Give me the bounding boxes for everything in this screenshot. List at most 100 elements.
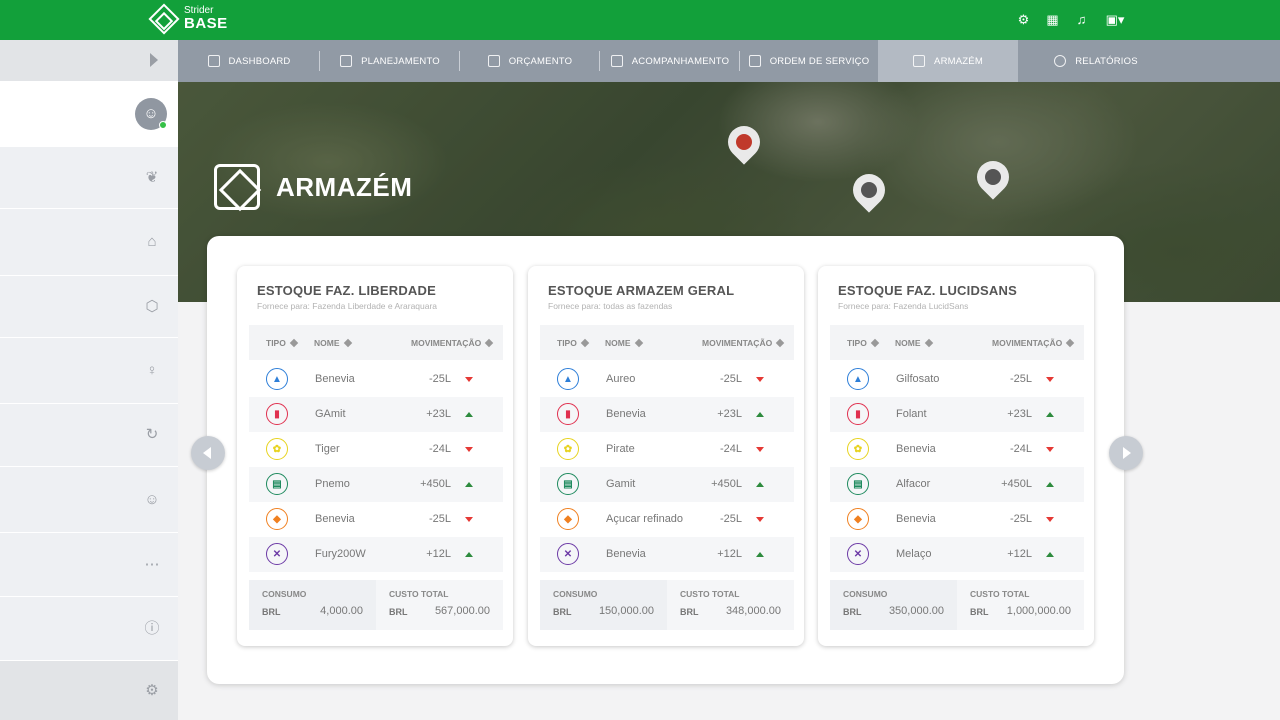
table-row[interactable]: ✕ Fury200W +12L [249,537,503,572]
product-name: Tiger [315,443,340,455]
table-row[interactable]: ✿ Benevia -24L [830,432,1084,467]
carousel-prev-button[interactable] [191,436,225,470]
settings-icon: ⚙ [145,681,159,699]
sidebar-item-more[interactable]: ⋯ [0,533,178,597]
user-icon[interactable]: ▣▾ [1103,12,1127,27]
tab-planejamento[interactable]: PLANEJAMENTO [320,40,460,82]
movement-value: -25L [719,513,742,525]
dashboard-icon [207,55,220,67]
table-row[interactable]: ✿ Tiger -24L [249,432,503,467]
table-row[interactable]: ✕ Melaço +12L [830,537,1084,572]
tab-relatorios[interactable]: RELATÓRIOS [1018,40,1174,82]
product-name: Benevia [896,443,936,455]
table-row[interactable]: ▲ Gilfosato -25L [830,362,1084,397]
tab-acompanhamento[interactable]: ACOMPANHAMENTO [600,40,740,82]
main-nav-tabs: DASHBOARD PLANEJAMENTO ORÇAMENTO ACOMPAN… [178,40,1280,82]
table-row[interactable]: ▲ Aureo -25L [540,362,794,397]
table-row[interactable]: ◆ Benevia -25L [249,502,503,537]
movement-value: -25L [428,373,451,385]
warehouse-icon: ⬡ [145,297,159,315]
sidebar-item-settings[interactable]: ⚙ [0,661,178,720]
tab-orcamento[interactable]: ORÇAMENTO [460,40,600,82]
sidebar-item-users[interactable]: ☺ [0,467,178,533]
map-pin-icon[interactable] [970,154,1016,201]
movement-value: -24L [428,443,451,455]
avatar[interactable]: ☺ [135,97,167,130]
tab-ordem-de-servico[interactable]: ORDEM DE SERVIÇO [740,40,878,82]
table-row[interactable]: ▲ Benevia -25L [249,362,503,397]
movement-value: +12L [1007,548,1032,560]
product-name: Alfacor [896,478,931,490]
sidebar-toggle[interactable] [0,40,178,81]
consumo-summary: CONSUMO BRL 350,000.00 [830,580,957,630]
card-icon[interactable]: ▦ [1045,12,1060,27]
sidebar-item-crops[interactable]: ❦ [0,147,178,209]
custo-total-summary: CUSTO TOTAL BRL 1,000,000.00 [970,589,1071,617]
container-green-icon: ▤ [847,473,869,495]
arrow-up-icon [756,482,764,487]
arrow-down-icon [465,517,473,522]
sidebar-item-profile[interactable]: ☺ [0,81,178,147]
consumo-value: 350,000.00 [888,605,944,617]
bottle-blue-icon: ▲ [266,368,288,390]
product-name: GAmit [315,408,346,420]
table-row[interactable]: ✕ Benevia +12L [540,537,794,572]
sidebar-item-info[interactable]: ⓘ [0,597,178,661]
arrow-down-icon [465,377,473,382]
budget-icon [487,55,500,67]
table-header: TIPO NOME MOVIMENTAÇÃO [830,325,1084,360]
bell-icon[interactable]: ♫ [1074,12,1089,27]
card-title: ESTOQUE FAZ. LIBERDADE [257,283,436,298]
column-header-movimentacao[interactable]: MOVIMENTAÇÃO [702,338,785,348]
product-name: Benevia [896,513,936,525]
map-pin-icon[interactable] [721,119,767,166]
table-row[interactable]: ✿ Pirate -24L [540,432,794,467]
custo-total-summary: CUSTO TOTAL BRL 567,000.00 [389,589,490,617]
column-header-movimentacao[interactable]: MOVIMENTAÇÃO [992,338,1075,348]
column-header-nome[interactable]: NOME [895,338,933,348]
sidebar-item-sync[interactable]: ↻ [0,404,178,467]
bottle-blue-icon: ▲ [557,368,579,390]
card-subtitle: Fornece para: Fazenda Liberdade e Araraq… [257,301,438,311]
chevron-right-icon [1123,447,1131,459]
movement-value: -24L [719,443,742,455]
table-row[interactable]: ▤ Pnemo +450L [249,467,503,502]
arrow-down-icon [465,447,473,452]
product-name: Gilfosato [896,373,940,385]
app-logo[interactable]: Strider BASE [148,2,228,35]
column-header-tipo[interactable]: TIPO [266,338,299,348]
column-header-movimentacao[interactable]: MOVIMENTAÇÃO [411,338,494,348]
arrow-up-icon [465,482,473,487]
column-header-tipo[interactable]: TIPO [847,338,880,348]
sidebar-item-barn[interactable]: ⌂ [0,209,178,276]
consumo-value: 150,000.00 [598,605,654,617]
sort-icon [1065,338,1075,347]
table-row[interactable]: ▮ GAmit +23L [249,397,503,432]
column-header-nome[interactable]: NOME [605,338,643,348]
gear-icon[interactable]: ⚙ [1016,12,1031,27]
column-header-tipo[interactable]: TIPO [557,338,590,348]
carousel-next-button[interactable] [1109,436,1143,470]
product-name: Aureo [606,373,636,385]
table-row[interactable]: ▤ Alfacor +450L [830,467,1084,502]
service-order-icon [748,55,761,67]
card-footer: CONSUMO BRL 4,000.00 CUSTO TOTAL BRL 567… [249,580,503,630]
sidebar-item-ideas[interactable]: ♀ [0,338,178,404]
table-row[interactable]: ▤ Gamit +450L [540,467,794,502]
arrow-up-icon [756,552,764,557]
column-header-nome[interactable]: NOME [314,338,352,348]
planning-icon [340,55,353,67]
sort-icon [484,338,494,347]
table-row[interactable]: ◆ Benevia -25L [830,502,1084,537]
movement-value: +23L [1007,408,1032,420]
table-row[interactable]: ▮ Benevia +23L [540,397,794,432]
flask-orange-icon: ◆ [557,508,579,530]
table-row[interactable]: ▮ Folant +23L [830,397,1084,432]
map-pin-icon[interactable] [846,167,892,214]
tab-dashboard[interactable]: DASHBOARD [178,40,320,82]
table-row[interactable]: ◆ Açucar refinado -25L [540,502,794,537]
plant-yellow-icon: ✿ [847,438,869,460]
consumo-summary: CONSUMO BRL 4,000.00 [249,580,376,630]
tab-armazem[interactable]: ARMAZÉM [878,40,1018,82]
sidebar-item-warehouse[interactable]: ⬡ [0,276,178,338]
